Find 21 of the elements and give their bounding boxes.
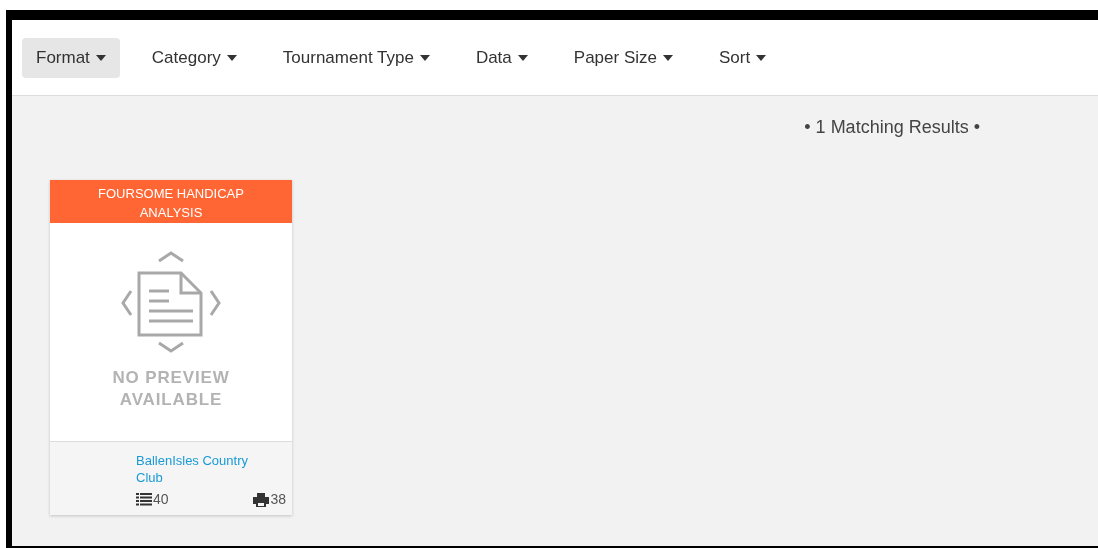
- document-preview-icon: [119, 251, 223, 355]
- list-icon: [136, 493, 152, 506]
- card-title: FOURSOME HANDICAP ANALYSIS: [50, 180, 292, 223]
- list-count: 40: [153, 490, 169, 509]
- print-count: 38: [270, 490, 286, 509]
- caret-icon: [662, 54, 673, 61]
- caret-icon: [419, 54, 430, 61]
- filter-dropdown[interactable]: Paper Size: [559, 37, 687, 78]
- results-summary: • 1 Matching Results •: [804, 116, 980, 139]
- caret-icon: [756, 54, 767, 61]
- filter-dropdown[interactable]: Format: [22, 37, 120, 78]
- caret-icon: [226, 54, 237, 61]
- no-preview-text: NO PREVIEW AVAILABLE: [111, 367, 231, 411]
- filter-dropdown[interactable]: Category: [137, 37, 251, 78]
- filter-dropdown[interactable]: Tournament Type: [268, 37, 444, 78]
- filter-dropdown[interactable]: Data: [461, 37, 542, 78]
- caret-icon: [517, 54, 528, 61]
- filter-dropdown[interactable]: Sort: [704, 37, 781, 78]
- caret-icon: [95, 54, 106, 61]
- printer-icon: [253, 492, 270, 507]
- report-card[interactable]: FOURSOME HANDICAP ANALYSIS NO PREVIEW AVAILABLE BallenIsles Country Club 40 38: [50, 180, 292, 515]
